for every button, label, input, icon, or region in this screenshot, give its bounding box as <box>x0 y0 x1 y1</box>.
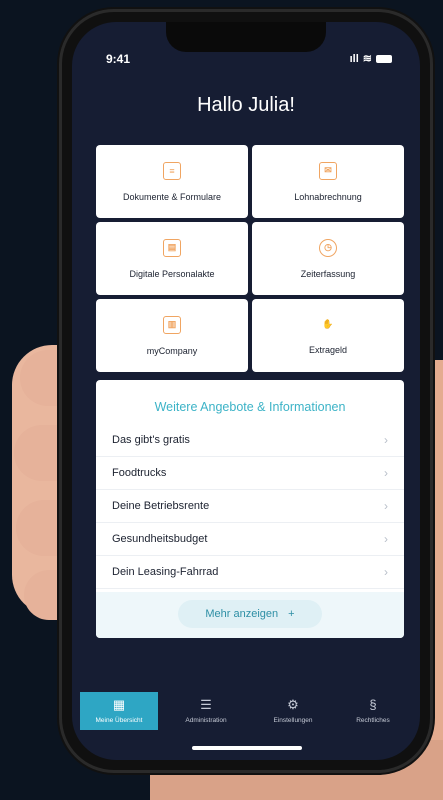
tile-label: Extrageld <box>308 344 348 355</box>
tab-label: Einstellungen <box>273 717 313 724</box>
tile-mycompany[interactable]: ▥ myCompany <box>96 299 248 372</box>
chevron-right-icon: › <box>384 532 388 546</box>
tab-uebersicht[interactable]: ▦ Meine Übersicht <box>80 692 158 730</box>
tile-label: myCompany <box>146 345 198 356</box>
wifi-icon: ≋ <box>362 53 372 65</box>
list-item[interactable]: Das gibt's gratis › <box>96 424 404 457</box>
tile-personalakte[interactable]: ▤ Digitale Personalakte <box>96 222 248 295</box>
chevron-right-icon: › <box>384 433 388 447</box>
offers-list: Das gibt's gratis › Foodtrucks › Deine B… <box>96 424 404 589</box>
tile-label: Digitale Personalakte <box>129 268 215 279</box>
list-item-label: Foodtrucks <box>112 467 167 479</box>
battery-icon <box>376 54 392 63</box>
greeting-title: Hallo Julia! <box>197 94 295 116</box>
gear-icon: ⚙ <box>287 697 299 712</box>
show-more-button[interactable]: Mehr anzeigen + <box>178 600 322 628</box>
list-item-label: Das gibt's gratis <box>112 434 190 446</box>
tile-label: Dokumente & Formulare <box>122 191 222 202</box>
tile-label: Lohnabrechnung <box>294 191 362 202</box>
phone-screen: 9:41 ıll ≋ Hallo Julia! ≡ Dokumente & Fo… <box>72 22 420 760</box>
list-item-label: Deine Betriebsrente <box>112 500 210 512</box>
home-indicator[interactable] <box>192 746 302 750</box>
clock-icon: ◷ <box>319 238 337 257</box>
envelope-icon: ✉ <box>319 161 337 180</box>
tile-extrageld[interactable]: ✋ Extrageld <box>252 299 404 372</box>
tab-rechtliches[interactable]: § Rechtliches <box>334 692 412 730</box>
sliders-icon: ☰ <box>200 697 212 712</box>
hand-coin-icon: ✋ <box>322 319 334 329</box>
tile-lohnabrechnung[interactable]: ✉ Lohnabrechnung <box>252 145 404 218</box>
tab-einstellungen[interactable]: ⚙ Einstellungen <box>254 692 332 730</box>
offers-panel: Weitere Angebote & Informationen Das gib… <box>96 380 404 638</box>
tile-grid: ≡ Dokumente & Formulare ✉ Lohnabrechnung… <box>96 145 404 372</box>
list-item[interactable]: Deine Betriebsrente › <box>96 490 404 523</box>
tab-label: Meine Übersicht <box>95 717 143 724</box>
list-item[interactable]: Dein Leasing-Fahrrad › <box>96 556 404 589</box>
status-icons: ıll ≋ <box>350 52 392 65</box>
status-time: 9:41 <box>106 52 131 66</box>
more-area: Mehr anzeigen + <box>96 592 404 638</box>
tile-label: Zeiterfassung <box>300 268 356 279</box>
phone-frame: 9:41 ıll ≋ Hallo Julia! ≡ Dokumente & Fo… <box>62 12 430 770</box>
grid-icon: ▦ <box>112 697 126 712</box>
show-more-label: Mehr anzeigen <box>205 608 279 620</box>
notch <box>166 22 326 52</box>
plus-icon: + <box>288 608 295 620</box>
folder-icon: ▤ <box>163 238 181 257</box>
tile-dokumente[interactable]: ≡ Dokumente & Formulare <box>96 145 248 218</box>
paragraph-icon: § <box>369 697 377 712</box>
chevron-right-icon: › <box>384 466 388 480</box>
list-item-label: Dein Leasing-Fahrrad <box>112 566 219 578</box>
tab-label: Rechtliches <box>356 717 390 724</box>
chevron-right-icon: › <box>384 565 388 579</box>
building-icon: ▥ <box>163 315 181 334</box>
panel-title: Weitere Angebote & Informationen <box>154 400 346 414</box>
list-item-label: Gesundheitsbudget <box>112 533 208 545</box>
list-item[interactable]: Foodtrucks › <box>96 457 404 490</box>
tile-zeiterfassung[interactable]: ◷ Zeiterfassung <box>252 222 404 295</box>
chevron-right-icon: › <box>384 499 388 513</box>
document-icon: ≡ <box>163 161 181 180</box>
tab-administration[interactable]: ☰ Administration <box>167 692 245 730</box>
signal-icon: ıll <box>349 52 359 65</box>
list-item[interactable]: Gesundheitsbudget › <box>96 523 404 556</box>
tab-label: Administration <box>185 717 227 724</box>
